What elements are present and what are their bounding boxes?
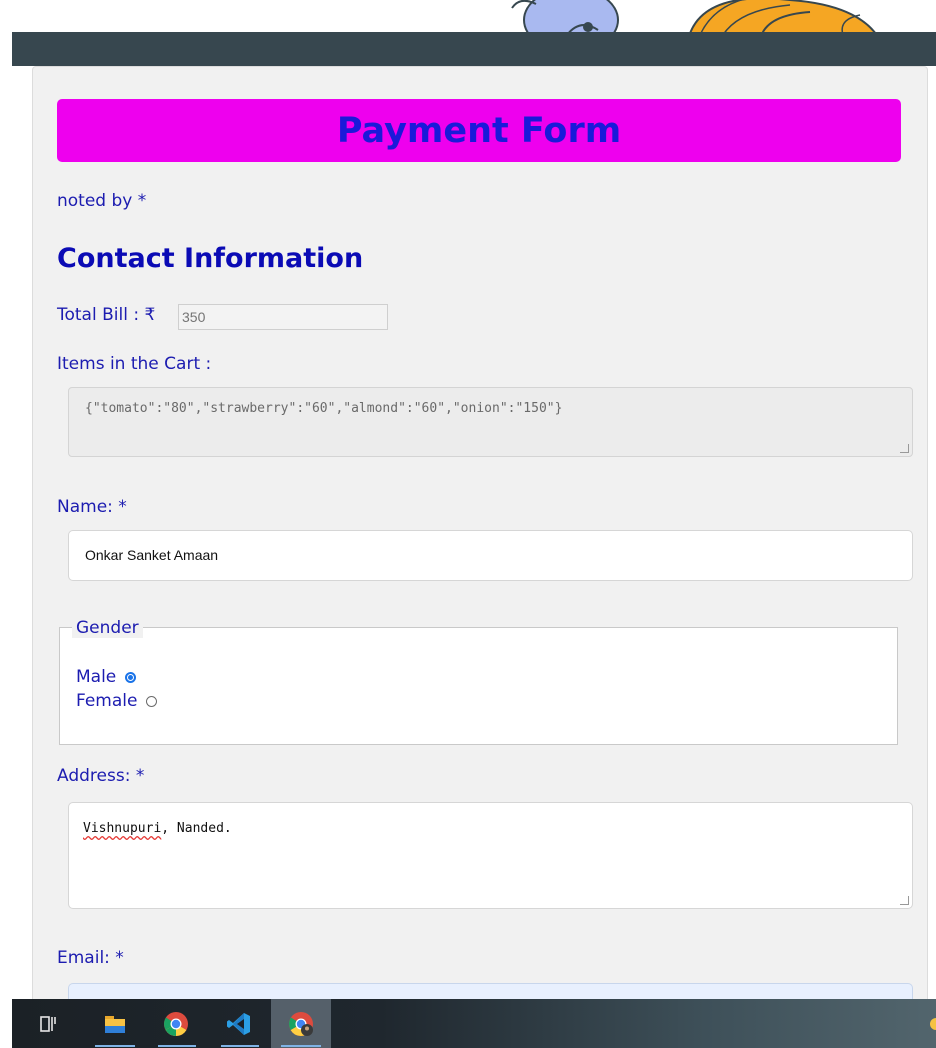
task-view-icon[interactable]: [34, 1010, 62, 1038]
gender-fieldset: [59, 627, 898, 745]
chrome-icon[interactable]: [162, 1010, 190, 1038]
name-label: Name: *: [57, 497, 127, 517]
address-value-word: Vishnupuri: [83, 821, 162, 836]
vscode-active-indicator: [221, 1045, 259, 1047]
email-label: Email: *: [57, 948, 124, 968]
taskbar-edge: [0, 999, 12, 1048]
chrome-profile-active-indicator: [281, 1045, 321, 1047]
section-heading-contact: Contact Information: [57, 243, 364, 274]
resize-handle-icon[interactable]: [900, 896, 909, 905]
cart-items-textarea[interactable]: {"tomato":"80","strawberry":"60","almond…: [68, 387, 913, 457]
total-bill-label: Total Bill : ₹: [57, 305, 156, 325]
gender-legend: Gender: [72, 618, 143, 638]
required-note: noted by *: [57, 191, 147, 211]
female-radio[interactable]: [146, 695, 158, 707]
vscode-icon[interactable]: [225, 1010, 253, 1038]
address-textarea[interactable]: Vishnupuri, Nanded.: [68, 802, 913, 909]
name-field[interactable]: Onkar Sanket Amaan: [68, 530, 913, 581]
gender-option-male[interactable]: Male: [76, 667, 137, 687]
file-explorer-icon[interactable]: [101, 1010, 129, 1038]
total-bill-field[interactable]: 350: [178, 304, 388, 330]
file-explorer-active-indicator: [95, 1045, 135, 1047]
chrome-active-indicator: [158, 1045, 196, 1047]
top-navigation-bar: [12, 32, 936, 66]
address-label: Address: *: [57, 766, 145, 786]
cart-items-value: {"tomato":"80","strawberry":"60","almond…: [85, 401, 563, 416]
page-title: Payment Form: [57, 99, 901, 162]
gender-option-label: Female: [76, 691, 138, 711]
address-value-rest: , Nanded.: [161, 821, 232, 836]
gender-option-label: Male: [76, 667, 117, 687]
windows-taskbar: [12, 999, 936, 1048]
gender-option-female[interactable]: Female: [76, 691, 158, 711]
weather-icon[interactable]: [922, 1010, 936, 1038]
cart-label: Items in the Cart :: [57, 354, 212, 374]
chrome-profile-icon[interactable]: [287, 1010, 315, 1038]
male-radio[interactable]: [125, 671, 137, 683]
resize-handle-icon[interactable]: [900, 444, 909, 453]
